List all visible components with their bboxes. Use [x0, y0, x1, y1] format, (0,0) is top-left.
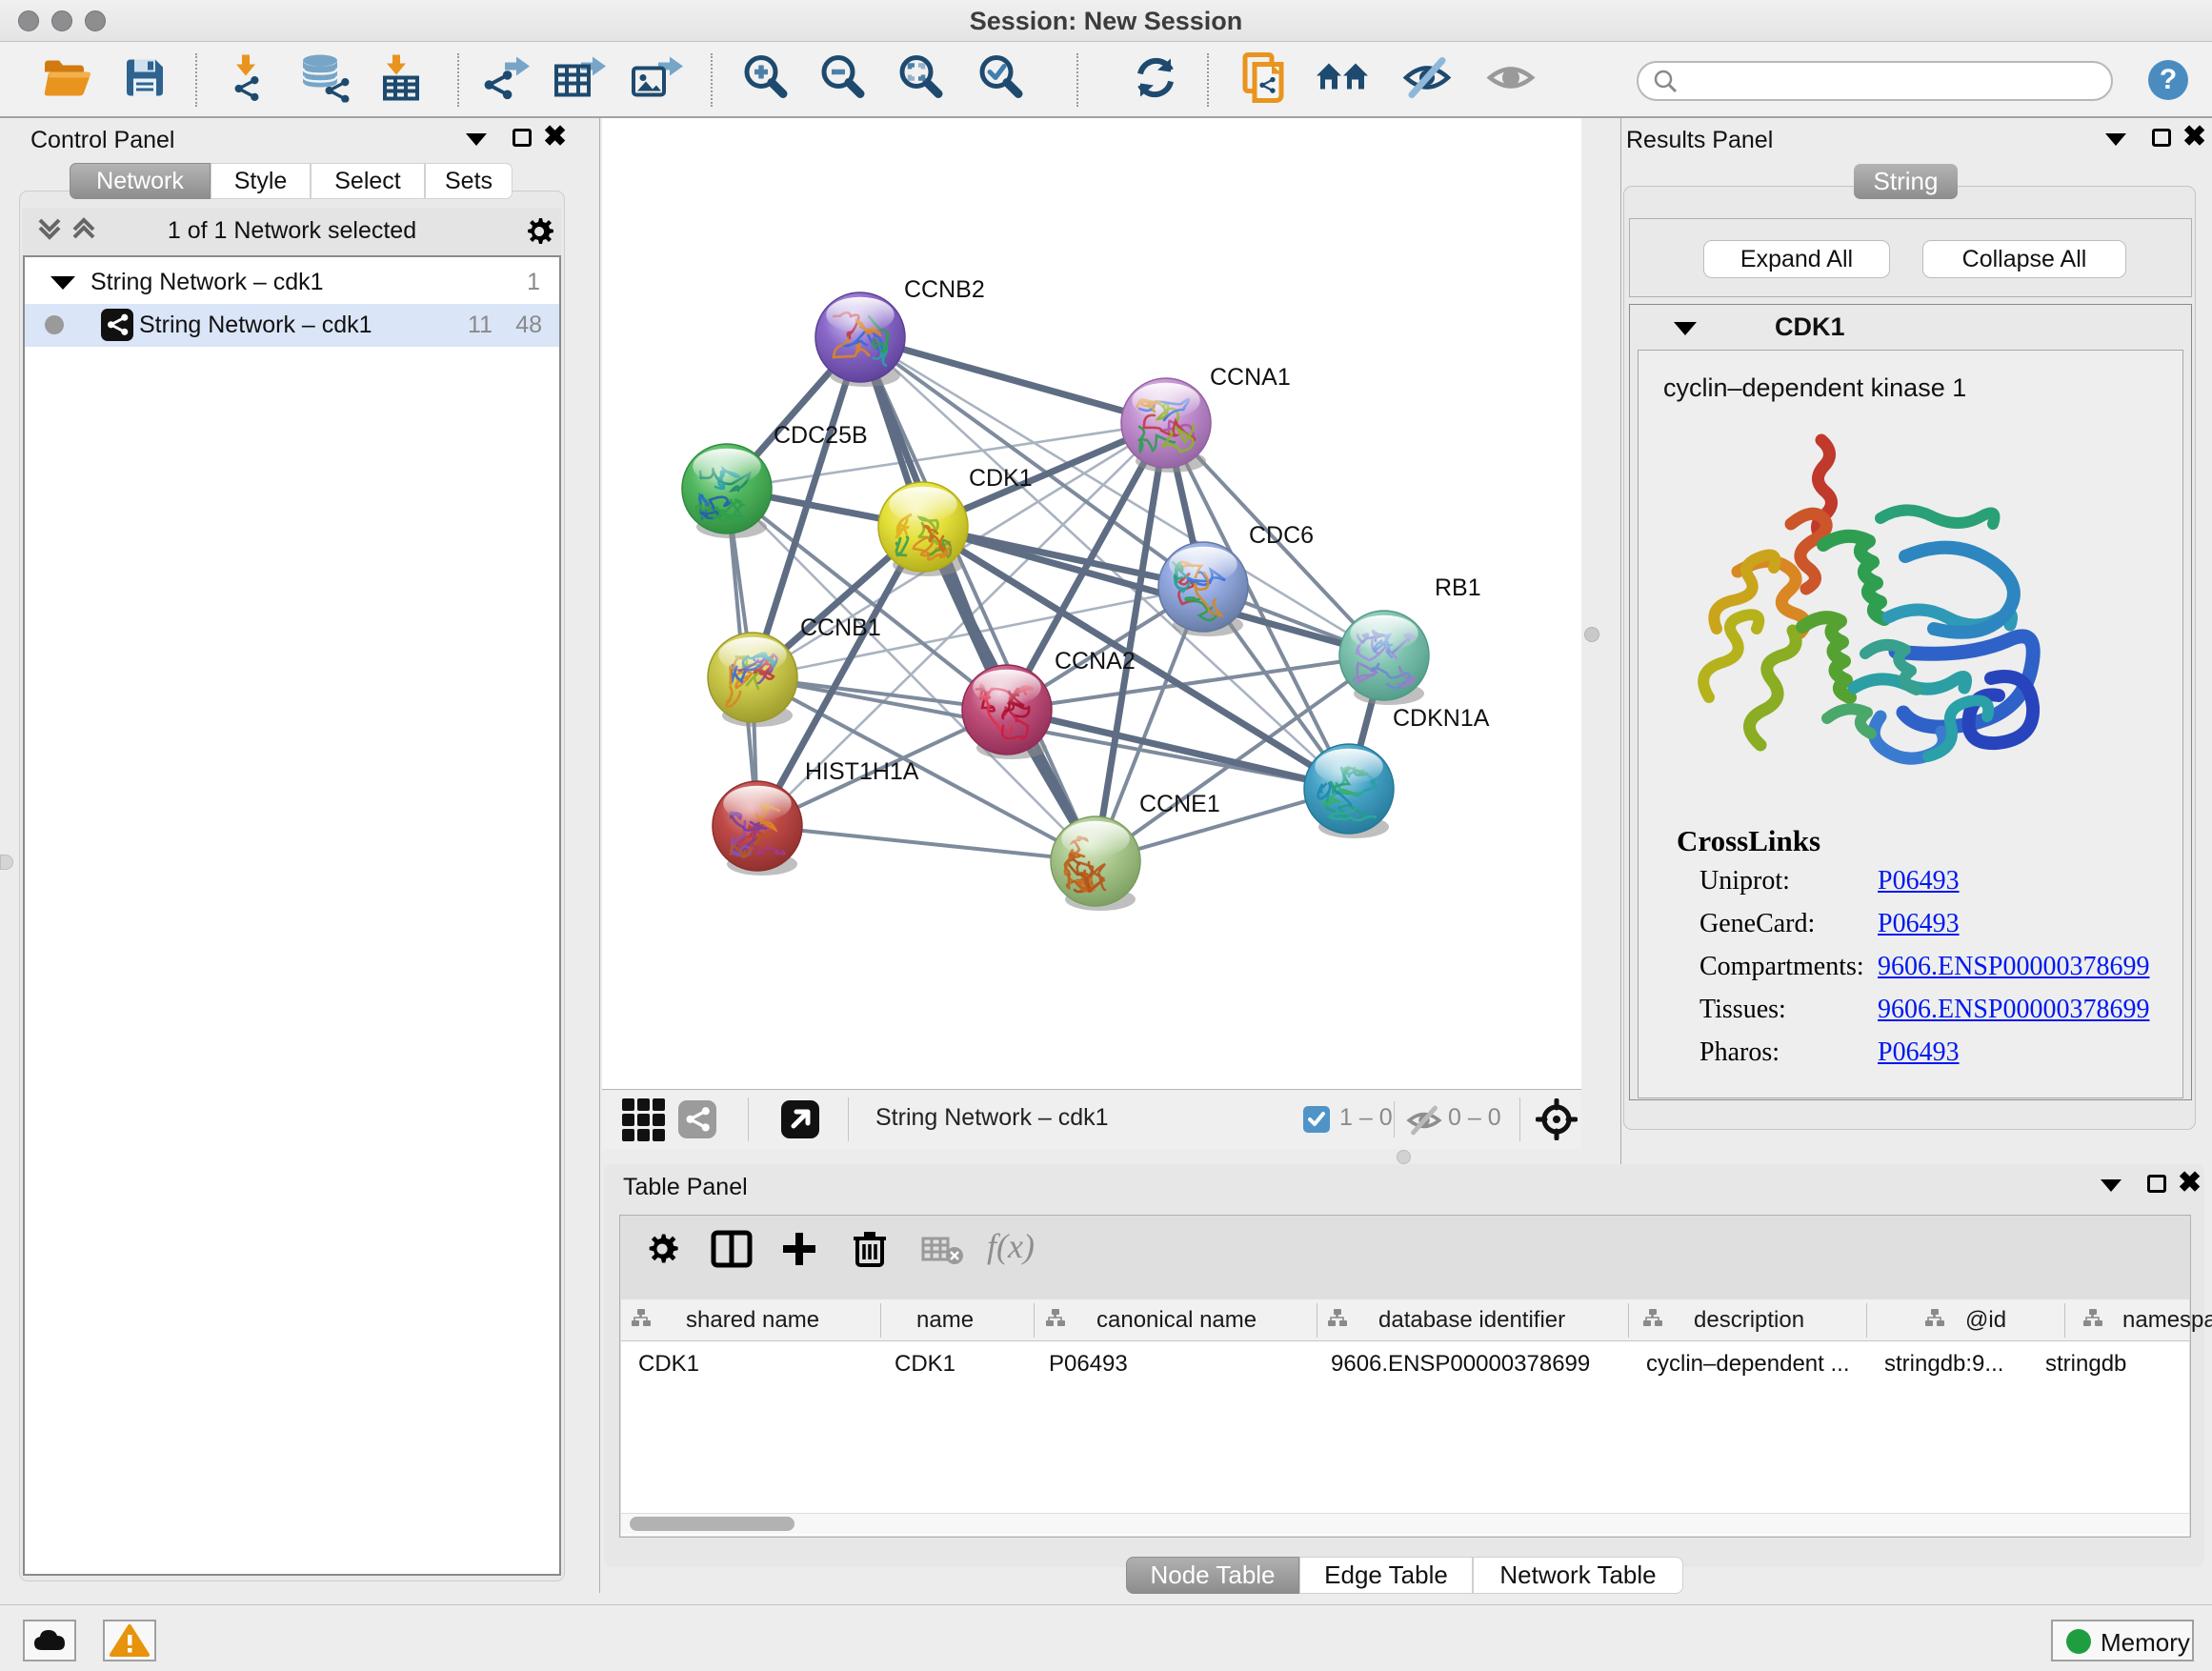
svg-text:CCNA2: CCNA2	[1055, 648, 1136, 674]
svg-text:RB1: RB1	[1435, 574, 1481, 601]
svg-text:CCNA1: CCNA1	[1210, 364, 1291, 391]
svg-text:CDKN1A: CDKN1A	[1393, 705, 1490, 732]
svg-text:CCNE1: CCNE1	[1139, 791, 1220, 817]
svg-text:CCNB1: CCNB1	[800, 614, 881, 641]
svg-text:HIST1H1A: HIST1H1A	[805, 758, 919, 785]
svg-text:CDC25B: CDC25B	[774, 422, 868, 449]
svg-text:CDK1: CDK1	[969, 465, 1033, 492]
svg-text:CCNB2: CCNB2	[904, 276, 985, 303]
svg-text:CDC6: CDC6	[1249, 522, 1314, 549]
